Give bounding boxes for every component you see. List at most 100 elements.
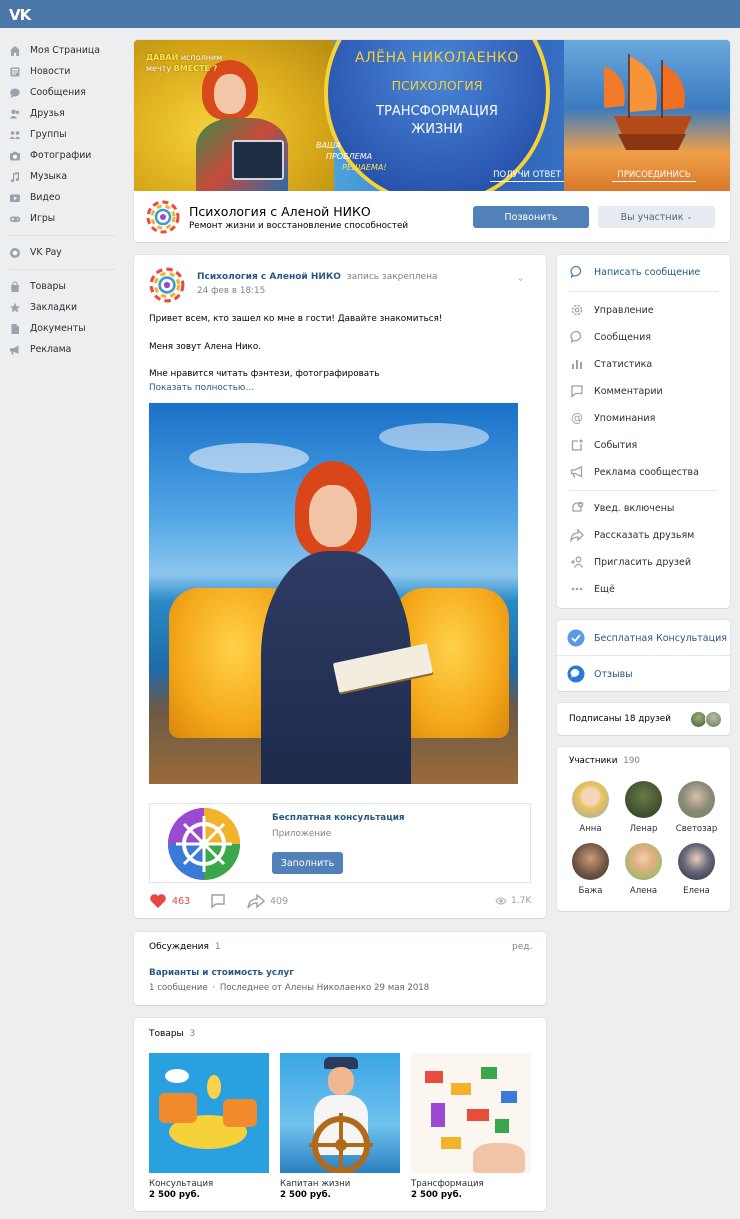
nav-item-bookmarks[interactable]: Закладки [0, 297, 125, 318]
link-reviews-label: Отзывы [594, 668, 633, 680]
market-item-brick [501, 1091, 517, 1103]
market-item-name[interactable]: Консультация [149, 1179, 213, 1189]
nav-item-documents[interactable]: Документы [0, 318, 125, 339]
nav-item-messages[interactable]: Сообщения [0, 82, 125, 103]
link-free-consult[interactable]: Бесплатная Консультация [567, 629, 727, 647]
market-item-name[interactable]: Капитан жизни [280, 1179, 350, 1189]
stats-icon [569, 356, 585, 372]
menu-divider [569, 490, 718, 491]
member-avatar[interactable] [625, 781, 662, 818]
messages-icon [9, 87, 21, 99]
nav-item-vkpay[interactable]: VK Pay [0, 242, 125, 263]
market-header[interactable]: Товары 3 [149, 1029, 195, 1039]
member-button[interactable]: Вы участник ⌄ [598, 206, 715, 228]
members-count: 190 [623, 756, 641, 766]
member-name[interactable]: Бажа [562, 886, 619, 896]
nav-label: Игры [30, 213, 56, 224]
discussion-meta-separator: · [212, 983, 216, 993]
app-title[interactable]: Бесплатная консультация [272, 813, 405, 823]
nav-item-friends[interactable]: Друзья [0, 103, 125, 124]
menu-item-stats[interactable]: Статистика [569, 356, 652, 372]
cover-subject: ПСИХОЛОГИЯ [391, 78, 483, 93]
vkpay-icon [9, 247, 21, 259]
vk-logo[interactable]: VK [9, 6, 31, 24]
market-item-price: 2 500 руб. [149, 1190, 200, 1200]
member-avatar[interactable] [678, 843, 715, 880]
like-button[interactable]: 463 [149, 893, 190, 909]
menu-item-comments[interactable]: Комментарии [569, 383, 663, 399]
cover-join[interactable]: ПРИСОЕДИНИСЬ [612, 170, 696, 182]
share-button[interactable]: 409 [247, 893, 288, 909]
market-item-name[interactable]: Трансформация [411, 1179, 484, 1189]
member-name[interactable]: Ленар [615, 824, 672, 834]
link-reviews[interactable]: Отзывы [567, 665, 633, 683]
group-cover[interactable]: ДАВАЙ исполним мечту ВМЕСТЕ ? АЛЁНА НИКО… [134, 40, 730, 191]
ads-icon [9, 344, 21, 356]
nav-item-games[interactable]: Игры [0, 208, 125, 229]
member-avatar[interactable] [678, 781, 715, 818]
post-author-link[interactable]: Психология с Аленой НИКО [197, 272, 341, 282]
app-attachment[interactable]: Бесплатная консультация Приложение Запол… [149, 803, 531, 883]
cover-name: АЛЁНА НИКОЛАЕНКО [355, 50, 519, 66]
market-item-brick [481, 1067, 497, 1079]
app-subtitle: Приложение [272, 829, 332, 839]
cover-answer[interactable]: ПОЛУЧИ ОТВЕТ [490, 170, 564, 182]
groups-icon [9, 129, 21, 141]
share-icon [247, 893, 265, 909]
menu-item-label: Упоминания [594, 412, 656, 424]
market-item[interactable] [149, 1053, 269, 1173]
member-name[interactable]: Анна [562, 824, 619, 834]
member-avatar[interactable] [625, 843, 662, 880]
links-block: Бесплатная Консультация Отзывы [557, 620, 730, 691]
comment-button[interactable] [210, 893, 226, 912]
check-circle-icon [567, 629, 585, 647]
fill-button[interactable]: Заполнить [272, 852, 343, 874]
nav-label: Товары [30, 281, 66, 292]
members-header[interactable]: Участники 190 [569, 756, 640, 766]
post-options-icon[interactable]: ⌄ [516, 271, 525, 284]
friend-avatar[interactable] [705, 711, 722, 728]
chevron-down-icon: ⌄ [686, 213, 693, 221]
member-name[interactable]: Алена [615, 886, 672, 896]
menu-item-notifications[interactable]: Увед. включены [569, 500, 674, 516]
menu-item-events[interactable]: События [569, 437, 637, 453]
market-item[interactable] [280, 1053, 400, 1173]
nav-item-groups[interactable]: Группы [0, 124, 125, 145]
nav-item-news[interactable]: Новости [0, 61, 125, 82]
member-avatar[interactable] [572, 843, 609, 880]
cover-ship [604, 54, 692, 150]
menu-item-messages[interactable]: Сообщения [569, 329, 651, 345]
write-message-button[interactable]: Написать сообщение [569, 264, 700, 280]
group-avatar[interactable] [146, 200, 180, 234]
menu-item-label: Управление [594, 304, 654, 316]
discussions-title: Обсуждения [149, 942, 209, 952]
discussions-header[interactable]: Обсуждения 1 [149, 942, 221, 952]
music-icon [9, 171, 21, 183]
post-author-avatar[interactable] [149, 267, 185, 303]
gear-icon [569, 302, 585, 318]
nav-item-photos[interactable]: Фотографии [0, 145, 125, 166]
nav-item-market[interactable]: Товары [0, 276, 125, 297]
show-more-link[interactable]: Показать полностью… [149, 383, 254, 393]
nav-item-video[interactable]: Видео [0, 187, 125, 208]
nav-item-my-page[interactable]: Моя Страница [0, 40, 125, 61]
menu-item-community-ads[interactable]: Реклама сообщества [569, 464, 699, 480]
post-date[interactable]: 24 фев в 18:15 [197, 286, 265, 296]
nav-item-ads[interactable]: Реклама [0, 339, 125, 360]
app-wheel-icon [168, 808, 240, 880]
menu-item-more[interactable]: Ещё [569, 581, 615, 597]
call-button[interactable]: Позвонить [473, 206, 589, 228]
menu-item-manage[interactable]: Управление [569, 302, 654, 318]
discussions-edit-link[interactable]: ред. [512, 942, 532, 952]
menu-item-mentions[interactable]: @ Упоминания [569, 410, 655, 426]
menu-item-tell-friends[interactable]: Рассказать друзьям [569, 527, 694, 543]
menu-item-invite[interactable]: Пригласить друзей [569, 554, 691, 570]
member-name[interactable]: Елена [668, 886, 725, 896]
member-name[interactable]: Светозар [668, 824, 725, 834]
friends-subscribed[interactable]: Подписаны 18 друзей [557, 703, 730, 735]
market-item[interactable] [411, 1053, 531, 1173]
nav-item-music[interactable]: Музыка [0, 166, 125, 187]
post-image[interactable] [149, 403, 518, 784]
member-avatar[interactable] [572, 781, 609, 818]
discussion-topic-link[interactable]: Варианты и стоимость услуг [149, 968, 294, 978]
